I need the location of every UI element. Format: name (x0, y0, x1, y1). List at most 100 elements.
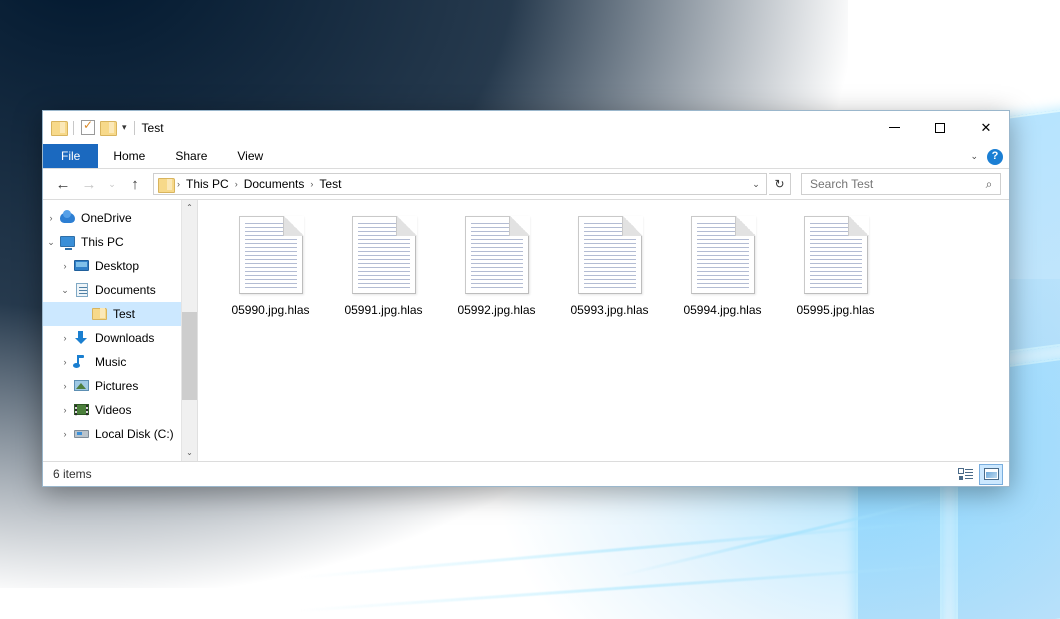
sidebar-item-label: Local Disk (C:) (95, 427, 174, 441)
search-box[interactable]: ⌕ (801, 173, 1001, 195)
breadcrumb: › This PC › Documents › Test (175, 176, 748, 192)
back-arrow-icon: ← (56, 177, 71, 192)
sidebar-item-documents[interactable]: ⌄ Documents (43, 278, 181, 302)
close-icon: ✕ (981, 121, 992, 134)
twisty-chevron-right-icon[interactable]: › (57, 262, 73, 271)
file-name: 05992.jpg.hlas (454, 302, 538, 319)
sidebar-item-music[interactable]: › Music (43, 350, 181, 374)
disk-icon (73, 426, 91, 442)
sidebar-item-this-pc[interactable]: ⌄ This PC (43, 230, 181, 254)
sidebar-item-desktop[interactable]: › Desktop (43, 254, 181, 278)
file-item[interactable]: 05992.jpg.hlas (440, 214, 553, 332)
file-item[interactable]: 05993.jpg.hlas (553, 214, 666, 332)
generic-document-icon (691, 216, 755, 294)
tab-home[interactable]: Home (98, 144, 160, 168)
breadcrumb-separator[interactable]: › (233, 179, 240, 189)
status-bar: 6 items (43, 461, 1009, 486)
twisty-chevron-right-icon[interactable]: › (57, 358, 73, 367)
scroll-up-button[interactable]: ⌃ (182, 200, 198, 216)
address-folder-icon (158, 178, 173, 191)
file-list-view[interactable]: 05990.jpg.hlas 05991.jpg.hlas 05992.jpg.… (198, 200, 1009, 461)
generic-document-icon (465, 216, 529, 294)
refresh-button[interactable]: ↻ (769, 173, 791, 195)
sidebar-item-local-disk[interactable]: › Local Disk (C:) (43, 422, 181, 446)
sidebar-item-label: Desktop (95, 259, 139, 273)
navigation-tree: › OneDrive ⌄ This PC › Desktop (43, 200, 181, 461)
twisty-chevron-right-icon[interactable]: › (57, 382, 73, 391)
close-button[interactable]: ✕ (963, 111, 1009, 144)
sidebar-item-downloads[interactable]: › Downloads (43, 326, 181, 350)
new-folder-icon[interactable] (100, 121, 115, 134)
pictures-icon (73, 378, 91, 394)
customize-chevron-icon[interactable]: ▾ (122, 123, 127, 132)
document-fold (396, 216, 416, 236)
refresh-icon: ↻ (774, 177, 784, 191)
window-title: Test (142, 121, 164, 135)
sidebar-item-videos[interactable]: › Videos (43, 398, 181, 422)
tab-view[interactable]: View (222, 144, 278, 168)
sidebar-item-label: OneDrive (81, 211, 132, 225)
chevron-up-icon: ⌃ (186, 204, 193, 212)
title-separator (134, 121, 135, 135)
properties-icon[interactable] (81, 120, 95, 135)
large-icons-view-button[interactable] (979, 464, 1003, 485)
search-icon[interactable]: ⌕ (982, 177, 996, 192)
twisty-chevron-right-icon[interactable]: › (43, 214, 59, 223)
file-item[interactable]: 05991.jpg.hlas (327, 214, 440, 332)
videos-icon (73, 402, 91, 418)
maximize-icon (935, 123, 945, 133)
address-dropdown-chevron-down-icon[interactable]: ⌄ (748, 179, 764, 190)
search-input[interactable] (808, 176, 982, 192)
breadcrumb-separator: › (175, 179, 182, 189)
expand-ribbon-chevron-down-icon[interactable]: ⌄ (970, 151, 978, 162)
sidebar-item-label: Videos (95, 403, 131, 417)
onedrive-icon (59, 210, 77, 226)
generic-document-icon (239, 216, 303, 294)
file-item[interactable]: 05994.jpg.hlas (666, 214, 779, 332)
item-count-label: 6 items (53, 467, 92, 481)
window-controls: ✕ (871, 111, 1009, 144)
address-input[interactable]: › This PC › Documents › Test ⌄ (153, 173, 767, 195)
breadcrumb-item-test[interactable]: Test (315, 176, 345, 192)
maximize-button[interactable] (917, 111, 963, 144)
minimize-button[interactable] (871, 111, 917, 144)
file-item[interactable]: 05995.jpg.hlas (779, 214, 892, 332)
twisty-chevron-down-icon[interactable]: ⌄ (57, 286, 73, 295)
documents-icon (73, 282, 91, 298)
title-bar: ▾ Test ✕ (43, 111, 1009, 144)
tab-file[interactable]: File (43, 144, 98, 168)
twisty-chevron-down-icon[interactable]: ⌄ (43, 238, 59, 247)
twisty-chevron-right-icon[interactable]: › (57, 430, 73, 439)
sidebar-item-test[interactable]: Test (43, 302, 181, 326)
navigation-scrollbar[interactable]: ⌃ ⌄ (181, 200, 197, 461)
file-item[interactable]: 05990.jpg.hlas (214, 214, 327, 332)
chevron-down-icon: ⌄ (186, 449, 193, 457)
scroll-down-button[interactable]: ⌄ (182, 445, 198, 461)
tab-share[interactable]: Share (160, 144, 222, 168)
back-button[interactable]: ← (51, 172, 75, 196)
file-name: 05994.jpg.hlas (680, 302, 764, 319)
sidebar-item-pictures[interactable]: › Pictures (43, 374, 181, 398)
document-fold (283, 216, 303, 236)
breadcrumb-item-this-pc[interactable]: This PC (182, 176, 233, 192)
sidebar-item-label: Test (113, 307, 135, 321)
tab-share-label: Share (175, 149, 207, 163)
help-icon[interactable]: ? (987, 149, 1003, 165)
folder-icon[interactable] (51, 121, 66, 134)
file-name: 05990.jpg.hlas (228, 302, 312, 319)
recent-locations-button[interactable]: ⌄ (103, 172, 121, 196)
forward-button[interactable]: → (77, 172, 101, 196)
sidebar-item-label: Music (95, 355, 126, 369)
breadcrumb-item-documents[interactable]: Documents (240, 176, 309, 192)
scrollbar-track[interactable] (182, 216, 198, 445)
tab-view-label: View (237, 149, 263, 163)
twisty-chevron-right-icon[interactable]: › (57, 334, 73, 343)
file-explorer-window: ▾ Test ✕ File Home (42, 110, 1010, 487)
sidebar-item-onedrive[interactable]: › OneDrive (43, 206, 181, 230)
up-button[interactable]: ↑ (123, 172, 147, 196)
scrollbar-thumb[interactable] (182, 312, 198, 400)
details-view-button[interactable] (953, 464, 977, 485)
breadcrumb-separator[interactable]: › (308, 179, 315, 189)
twisty-chevron-right-icon[interactable]: › (57, 406, 73, 415)
file-name: 05991.jpg.hlas (341, 302, 425, 319)
